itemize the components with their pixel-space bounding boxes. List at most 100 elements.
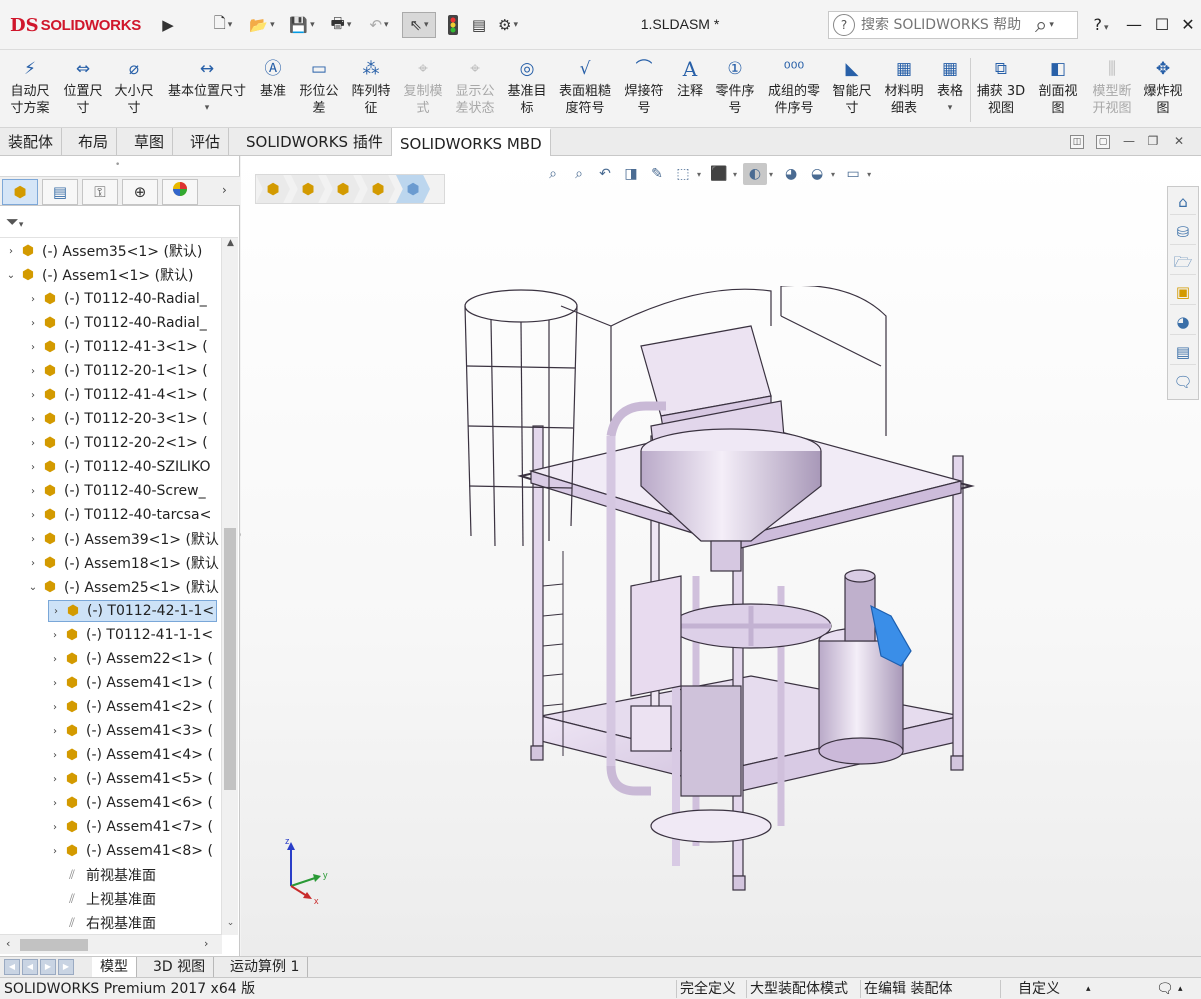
capture-3d-view-button[interactable]: ⧉ 捕获 3D 视图 xyxy=(972,56,1030,124)
minimize-button[interactable]: — xyxy=(1120,12,1148,38)
help-search[interactable]: ? ⌕ ▾ xyxy=(828,11,1078,39)
location-dimension-button[interactable]: ⇔ 位置尺 寸 xyxy=(58,56,108,124)
section-view-icon[interactable]: ◨ xyxy=(619,163,643,185)
first-tab-arrow-icon[interactable]: ◀ xyxy=(4,959,20,975)
tree-horizontal-scrollbar[interactable]: ‹ › xyxy=(0,934,222,954)
expand-arrow-icon[interactable]: › xyxy=(26,486,40,497)
expand-arrow-icon[interactable]: › xyxy=(48,654,62,665)
dynamic-annotation-icon[interactable]: ✎ xyxy=(645,163,669,185)
expand-arrow-icon[interactable]: › xyxy=(48,702,62,713)
datum-target-button[interactable]: ◎ 基准目 标 xyxy=(502,56,552,124)
breadcrumb-assembly-icon[interactable]: ⬢ xyxy=(291,175,325,203)
datum-button[interactable]: Ⓐ 基准 xyxy=(254,56,292,124)
expand-arrow-icon[interactable]: › xyxy=(26,366,40,377)
solidworks-forum-icon[interactable]: 🗨 xyxy=(1170,369,1196,395)
basic-location-dimension-button[interactable]: ↔ 基本位置尺寸 ▾ xyxy=(162,56,252,124)
tree-plane-item[interactable]: ⫽ 前视基准面 xyxy=(48,864,156,886)
surface-finish-button[interactable]: √ 表面粗糙 度符号 xyxy=(554,56,616,124)
tab-evaluate[interactable]: 评估 xyxy=(182,128,230,156)
new-document-icon[interactable]: 🗋 ▾ xyxy=(208,12,238,38)
pattern-feature-button[interactable]: ⁂ 阵列特 征 xyxy=(346,56,396,124)
show-tolerance-status-button[interactable]: ⌖ 显示公 差状态 xyxy=(450,56,500,124)
tree-item[interactable]: › ⬢ (-) T0112-40-Radial_ xyxy=(26,312,207,334)
design-library-icon[interactable]: ⛁ xyxy=(1170,219,1196,245)
expand-menu-arrow-icon[interactable]: ▶ xyxy=(160,12,176,38)
tree-item[interactable]: › ⬢ (-) Assem41<7> ( xyxy=(48,816,213,838)
tree-item[interactable]: › ⬢ (-) Assem41<6> ( xyxy=(48,792,213,814)
tree-item[interactable]: › ⬢ (-) T0112-40-Radial_ xyxy=(26,288,207,310)
pane-minimize-icon[interactable]: — xyxy=(1122,135,1136,149)
open-document-icon[interactable]: 📂 ▾ xyxy=(246,12,278,38)
tab-3d-view[interactable]: 3D 视图 xyxy=(145,957,215,977)
tree-item[interactable]: ⌄ ⬢ (-) Assem25<1> (默认 xyxy=(26,576,219,598)
collapse-arrow-icon[interactable]: ⌄ xyxy=(26,582,40,593)
quick-tips-icon[interactable]: 🗨 xyxy=(1156,980,1174,998)
expand-arrow-icon[interactable]: › xyxy=(48,846,62,857)
save-icon[interactable]: 💾 ▾ xyxy=(286,12,318,38)
tree-vertical-scrollbar[interactable]: ▲ ⌄ xyxy=(221,238,238,935)
tree-item[interactable]: ⌄ ⬢ (-) Assem1<1> (默认) xyxy=(4,264,194,286)
balloon-button[interactable]: ① 零件序 号 xyxy=(710,56,760,124)
tree-item[interactable]: › ⬢ (-) T0112-41-1-1< xyxy=(48,624,213,646)
smart-dimension-button[interactable]: ◣ 智能尺 寸 xyxy=(828,56,876,124)
file-explorer-icon[interactable]: 🗁 xyxy=(1170,249,1196,275)
maximize-button[interactable]: ☐ xyxy=(1148,12,1176,38)
apply-scene-icon[interactable]: ◒ xyxy=(805,163,829,185)
expand-arrow-icon[interactable]: › xyxy=(26,438,40,449)
tree-item[interactable]: › ⬢ (-) T0112-40-SZILIKO xyxy=(26,456,211,478)
tree-item[interactable]: › ⬢ (-) T0112-42-1-1< xyxy=(48,600,218,622)
help-menu-button[interactable]: ? ▾ xyxy=(1084,12,1118,38)
tab-solidworks-mbd[interactable]: SOLIDWORKS MBD xyxy=(392,128,551,156)
close-button[interactable]: ✕ xyxy=(1174,12,1201,38)
size-dimension-button[interactable]: ⌀ 大小尺 寸 xyxy=(110,56,158,124)
tree-item[interactable]: › ⬢ (-) T0112-40-tarcsa< xyxy=(26,504,211,526)
pane-tile-icon[interactable]: ▢ xyxy=(1096,135,1110,149)
rebuild-traffic-light-icon[interactable] xyxy=(442,12,464,38)
next-tab-arrow-icon[interactable]: ▶ xyxy=(40,959,56,975)
tree-plane-item[interactable]: ⫽ 右视基准面 xyxy=(48,912,156,933)
assembly-3d-model[interactable] xyxy=(451,286,991,896)
tree-item[interactable]: › ⬢ (-) Assem22<1> ( xyxy=(48,648,213,670)
breadcrumb-part-icon[interactable]: ⬢ xyxy=(396,175,430,203)
pane-close-icon[interactable]: ✕ xyxy=(1172,135,1186,149)
collapse-arrow-icon[interactable]: ⌄ xyxy=(4,270,18,281)
print-icon[interactable]: 🖶 ▾ xyxy=(324,12,358,38)
tree-item[interactable]: › ⬢ (-) T0112-41-3<1> ( xyxy=(26,336,208,358)
feature-manager-tab-icon[interactable]: ⬢ xyxy=(2,179,38,205)
solidworks-resources-home-icon[interactable]: ⌂ xyxy=(1170,189,1196,215)
display-style-icon[interactable]: ⬛ xyxy=(707,163,731,185)
units-caret-icon[interactable]: ▴ xyxy=(1086,980,1091,998)
filter-funnel-icon[interactable]: ⏷▾ xyxy=(6,212,23,232)
search-icon[interactable]: ⌕ xyxy=(1035,13,1047,38)
tree-item[interactable]: › ⬢ (-) T0112-20-1<1> ( xyxy=(26,360,208,382)
tree-item[interactable]: › ⬢ (-) T0112-41-4<1> ( xyxy=(26,384,208,406)
configuration-manager-tab-icon[interactable]: ⚿ xyxy=(82,179,118,205)
tab-model[interactable]: 模型 xyxy=(92,957,137,977)
zoom-to-area-icon[interactable]: ⌕ xyxy=(567,163,591,185)
expand-arrow-icon[interactable]: › xyxy=(26,534,40,545)
tree-item[interactable]: › ⬢ (-) Assem41<4> ( xyxy=(48,744,213,766)
graphics-area[interactable]: ⬢ ⬢ ⬢ ⬢ ⬢ ⌕ ⌕ ↶ ◨ ✎ ⬚ ▾ ⬛ ▾ ◐ ▾ ◕ ◒ ▾ ▭ ▾ ⌂ ⛁… xyxy=(241,156,1201,956)
copy-scheme-button[interactable]: ⌖ 复制模 式 xyxy=(398,56,448,124)
tree-item[interactable]: › ⬢ (-) Assem35<1> (默认) xyxy=(4,240,202,262)
tab-layout[interactable]: 布局 xyxy=(70,128,118,156)
bill-of-materials-button[interactable]: ▦ 材料明 细表 xyxy=(878,56,930,124)
tree-item[interactable]: › ⬢ (-) Assem41<5> ( xyxy=(48,768,213,790)
expand-arrow-icon[interactable]: › xyxy=(26,414,40,425)
status-units[interactable]: 自定义 xyxy=(1018,980,1060,998)
expand-arrow-icon[interactable]: › xyxy=(26,390,40,401)
view-palette-icon[interactable]: ▣ xyxy=(1170,279,1196,305)
expand-arrow-icon[interactable]: › xyxy=(26,318,40,329)
stacked-balloon-button[interactable]: ⁰⁰⁰ 成组的零 件序号 xyxy=(762,56,826,124)
pane-maximize-icon[interactable]: ❐ xyxy=(1146,135,1160,149)
tree-item[interactable]: › ⬢ (-) Assem18<1> (默认 xyxy=(26,552,219,574)
tree-item[interactable]: › ⬢ (-) T0112-40-Screw_ xyxy=(26,480,206,502)
model-break-view-button[interactable]: ⫼ 模型断 开视图 xyxy=(1086,56,1138,124)
pane-restore-icon[interactable]: ◫ xyxy=(1070,135,1084,149)
scrollbar-thumb[interactable] xyxy=(224,528,236,790)
tab-solidworks-addins[interactable]: SOLIDWORKS 插件 xyxy=(238,128,392,156)
expand-arrow-icon[interactable]: › xyxy=(26,558,40,569)
scroll-left-icon[interactable]: ‹ xyxy=(6,937,10,950)
tab-assembly[interactable]: 装配体 xyxy=(0,128,63,156)
select-pointer-icon[interactable]: ⇖ ▾ xyxy=(402,12,436,38)
